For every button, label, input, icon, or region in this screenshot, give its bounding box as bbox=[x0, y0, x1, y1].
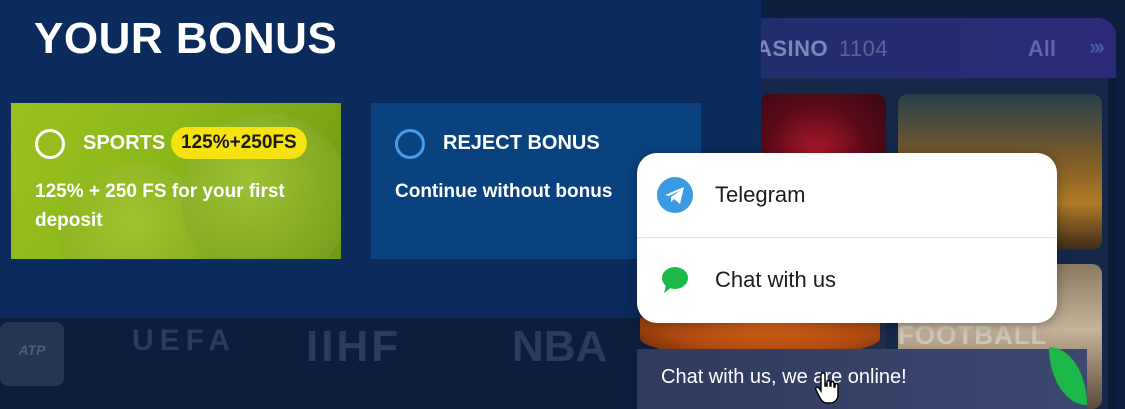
bonus-title: YOUR BONUS bbox=[34, 14, 338, 63]
telegram-option[interactable]: Telegram bbox=[637, 153, 1057, 238]
sports-description: 125% + 250 FS for your first deposit bbox=[35, 181, 285, 231]
casino-count: 1104 bbox=[838, 36, 889, 61]
telegram-label: Telegram bbox=[715, 182, 806, 207]
casino-title-text: ASINO bbox=[756, 36, 829, 61]
chat-with-us-option[interactable]: Chat with us bbox=[637, 238, 1057, 323]
leaf-icon bbox=[1049, 347, 1087, 405]
casino-header: ASINO 1104 All ››› bbox=[700, 18, 1116, 78]
chat-strip-text: Chat with us, we are online! bbox=[661, 366, 907, 388]
sports-label: SPORTS bbox=[83, 132, 166, 154]
chevrons-right-icon[interactable]: ››› bbox=[1089, 34, 1105, 60]
iihf-logo[interactable]: IIHF bbox=[306, 322, 401, 372]
chat-strip[interactable]: Chat with us, we are online! bbox=[637, 347, 1087, 409]
casino-title: ASINO 1104 bbox=[756, 36, 888, 62]
chat-options-popup: Telegram Chat with us bbox=[637, 153, 1057, 323]
sports-bonus-card[interactable]: SPORTS 125%+250FS 125% + 250 FS for your… bbox=[11, 103, 341, 259]
hand-cursor-icon bbox=[815, 371, 841, 405]
chat-with-us-label: Chat with us bbox=[715, 267, 837, 292]
scrollbar[interactable] bbox=[1108, 78, 1116, 409]
bonus-badge: 125%+250FS bbox=[171, 127, 307, 159]
game-tile-label: FOOTBALL bbox=[898, 320, 1048, 350]
reject-label: REJECT BONUS bbox=[443, 132, 600, 154]
casino-all-link[interactable]: All bbox=[1028, 36, 1056, 62]
chat-bubble-icon bbox=[659, 264, 691, 296]
atp-logo[interactable]: ATP bbox=[0, 322, 64, 386]
reject-radio[interactable] bbox=[395, 129, 425, 159]
sports-logos: ATP UEFA IIHF NBA bbox=[0, 318, 640, 388]
nba-logo[interactable]: NBA bbox=[512, 322, 607, 372]
uefa-logo[interactable]: UEFA bbox=[132, 324, 236, 358]
telegram-icon bbox=[657, 177, 693, 213]
sports-radio[interactable] bbox=[35, 129, 65, 159]
